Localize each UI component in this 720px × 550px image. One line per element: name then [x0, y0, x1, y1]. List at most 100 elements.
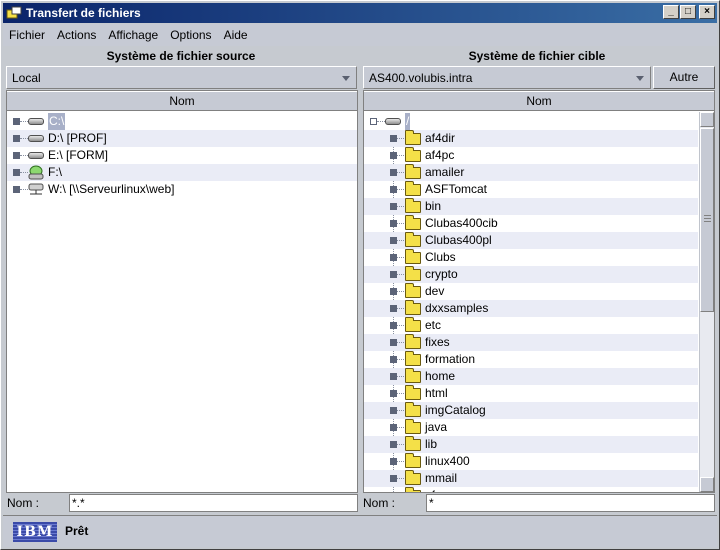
menu-fichier[interactable]: Fichier [3, 28, 51, 42]
target-name-filter[interactable]: * [426, 494, 715, 512]
tree-connector [397, 274, 404, 275]
source-column-header[interactable]: Nom [7, 91, 357, 111]
network-drive-icon [28, 183, 44, 196]
tree-connector [397, 461, 404, 462]
scroll-up-button[interactable] [700, 112, 714, 127]
tree-row[interactable]: linux400 [364, 453, 698, 470]
tree-row[interactable]: af4pc [364, 147, 698, 164]
menu-actions[interactable]: Actions [51, 28, 102, 42]
vertical-scrollbar[interactable] [699, 112, 714, 492]
expand-toggle-icon[interactable] [390, 458, 397, 465]
tree-row[interactable]: formation [364, 351, 698, 368]
folder-icon [405, 300, 421, 315]
close-button[interactable]: × [699, 5, 715, 19]
folder-icon [405, 419, 421, 434]
collapse-toggle-icon[interactable] [370, 118, 377, 125]
expand-toggle-icon[interactable] [390, 373, 397, 380]
tree-row[interactable]: lib [364, 436, 698, 453]
tree-row[interactable]: crypto [364, 266, 698, 283]
folder-icon [405, 385, 421, 400]
tree-row[interactable]: etc [364, 317, 698, 334]
source-system-select[interactable]: Local [6, 66, 357, 89]
expand-toggle-icon[interactable] [390, 271, 397, 278]
target-tree[interactable]: Nom / af4dir af4pc amailer ASFTomcat bin Cluba… [363, 90, 715, 493]
expand-toggle-icon[interactable] [390, 254, 397, 261]
scroll-thumb[interactable] [700, 128, 714, 312]
expand-toggle-icon[interactable] [390, 169, 397, 176]
tree-row[interactable]: imgCatalog [364, 402, 698, 419]
tree-row[interactable]: ASFTomcat [364, 181, 698, 198]
tree-row[interactable]: mmail [364, 470, 698, 487]
expand-toggle-icon[interactable] [13, 186, 20, 193]
tree-row[interactable]: html [364, 385, 698, 402]
target-system-select[interactable]: AS400.volubis.intra [363, 66, 651, 89]
expand-toggle-icon[interactable] [13, 135, 20, 142]
expand-toggle-icon[interactable] [390, 356, 397, 363]
expand-toggle-icon[interactable] [390, 305, 397, 312]
expand-toggle-icon[interactable] [390, 339, 397, 346]
folder-icon [405, 147, 421, 162]
folder-icon [405, 283, 421, 298]
minimize-button[interactable]: _ [663, 5, 679, 19]
expand-toggle-icon[interactable] [390, 492, 397, 493]
tree-item-label: Clubs [425, 250, 456, 264]
menu-options[interactable]: Options [164, 28, 217, 42]
tree-item-label: formation [425, 352, 476, 366]
target-name-label: Nom : [363, 496, 396, 510]
expand-toggle-icon[interactable] [13, 169, 20, 176]
target-system-value: AS400.volubis.intra [369, 70, 473, 85]
tree-row[interactable]: C:\ [7, 113, 357, 130]
tree-row[interactable]: Clubas400cib [364, 215, 698, 232]
tree-row[interactable]: Clubas400pl [364, 232, 698, 249]
tree-connector [397, 478, 404, 479]
expand-toggle-icon[interactable] [13, 118, 20, 125]
tree-row[interactable]: af4dir [364, 130, 698, 147]
menu-aide[interactable]: Aide [218, 28, 254, 42]
expand-toggle-icon[interactable] [390, 424, 397, 431]
tree-connector [397, 444, 404, 445]
expand-toggle-icon[interactable] [13, 152, 20, 159]
expand-toggle-icon[interactable] [390, 220, 397, 227]
source-tree[interactable]: Nom C:\ D:\ [PROF] E:\ [FORM] F:\ W:\ [\\Ser… [6, 90, 358, 493]
expand-toggle-icon[interactable] [390, 203, 397, 210]
tree-row[interactable]: E:\ [FORM] [7, 147, 357, 164]
expand-toggle-icon[interactable] [390, 288, 397, 295]
window-title: Transfert de fichiers [26, 6, 141, 20]
tree-row[interactable]: amailer [364, 164, 698, 181]
tree-row[interactable]: nfs [364, 487, 698, 493]
tree-item-label: / [405, 113, 411, 130]
maximize-button[interactable]: □ [680, 5, 696, 19]
scroll-down-button[interactable] [700, 477, 714, 492]
tree-item-label: lib [425, 437, 438, 451]
expand-toggle-icon[interactable] [390, 407, 397, 414]
tree-item-label: nfs [425, 487, 441, 492]
expand-toggle-icon[interactable] [390, 322, 397, 329]
expand-toggle-icon[interactable] [390, 186, 397, 193]
folder-icon [405, 266, 421, 281]
tree-item-label: D:\ [PROF] [48, 131, 107, 145]
tree-row[interactable]: fixes [364, 334, 698, 351]
source-name-filter[interactable]: *.* [69, 494, 358, 512]
expand-toggle-icon[interactable] [390, 441, 397, 448]
expand-toggle-icon[interactable] [390, 135, 397, 142]
tree-row[interactable]: dev [364, 283, 698, 300]
menu-affichage[interactable]: Affichage [102, 28, 164, 42]
other-system-button[interactable]: Autre [653, 66, 715, 89]
tree-row[interactable]: java [364, 419, 698, 436]
tree-row[interactable]: W:\ [\\Serveurlinux\web] [7, 181, 357, 198]
tree-row[interactable]: Clubs [364, 249, 698, 266]
tree-item-label: home [425, 369, 456, 383]
hard-drive-icon [28, 135, 44, 142]
tree-row[interactable]: home [364, 368, 698, 385]
tree-row[interactable]: F:\ [7, 164, 357, 181]
tree-row[interactable]: D:\ [PROF] [7, 130, 357, 147]
tree-connector [397, 206, 404, 207]
expand-toggle-icon[interactable] [390, 152, 397, 159]
expand-toggle-icon[interactable] [390, 390, 397, 397]
target-column-header[interactable]: Nom [364, 91, 714, 111]
expand-toggle-icon[interactable] [390, 475, 397, 482]
tree-row[interactable]: bin [364, 198, 698, 215]
tree-row[interactable]: dxxsamples [364, 300, 698, 317]
tree-row[interactable]: / [364, 113, 698, 130]
expand-toggle-icon[interactable] [390, 237, 397, 244]
